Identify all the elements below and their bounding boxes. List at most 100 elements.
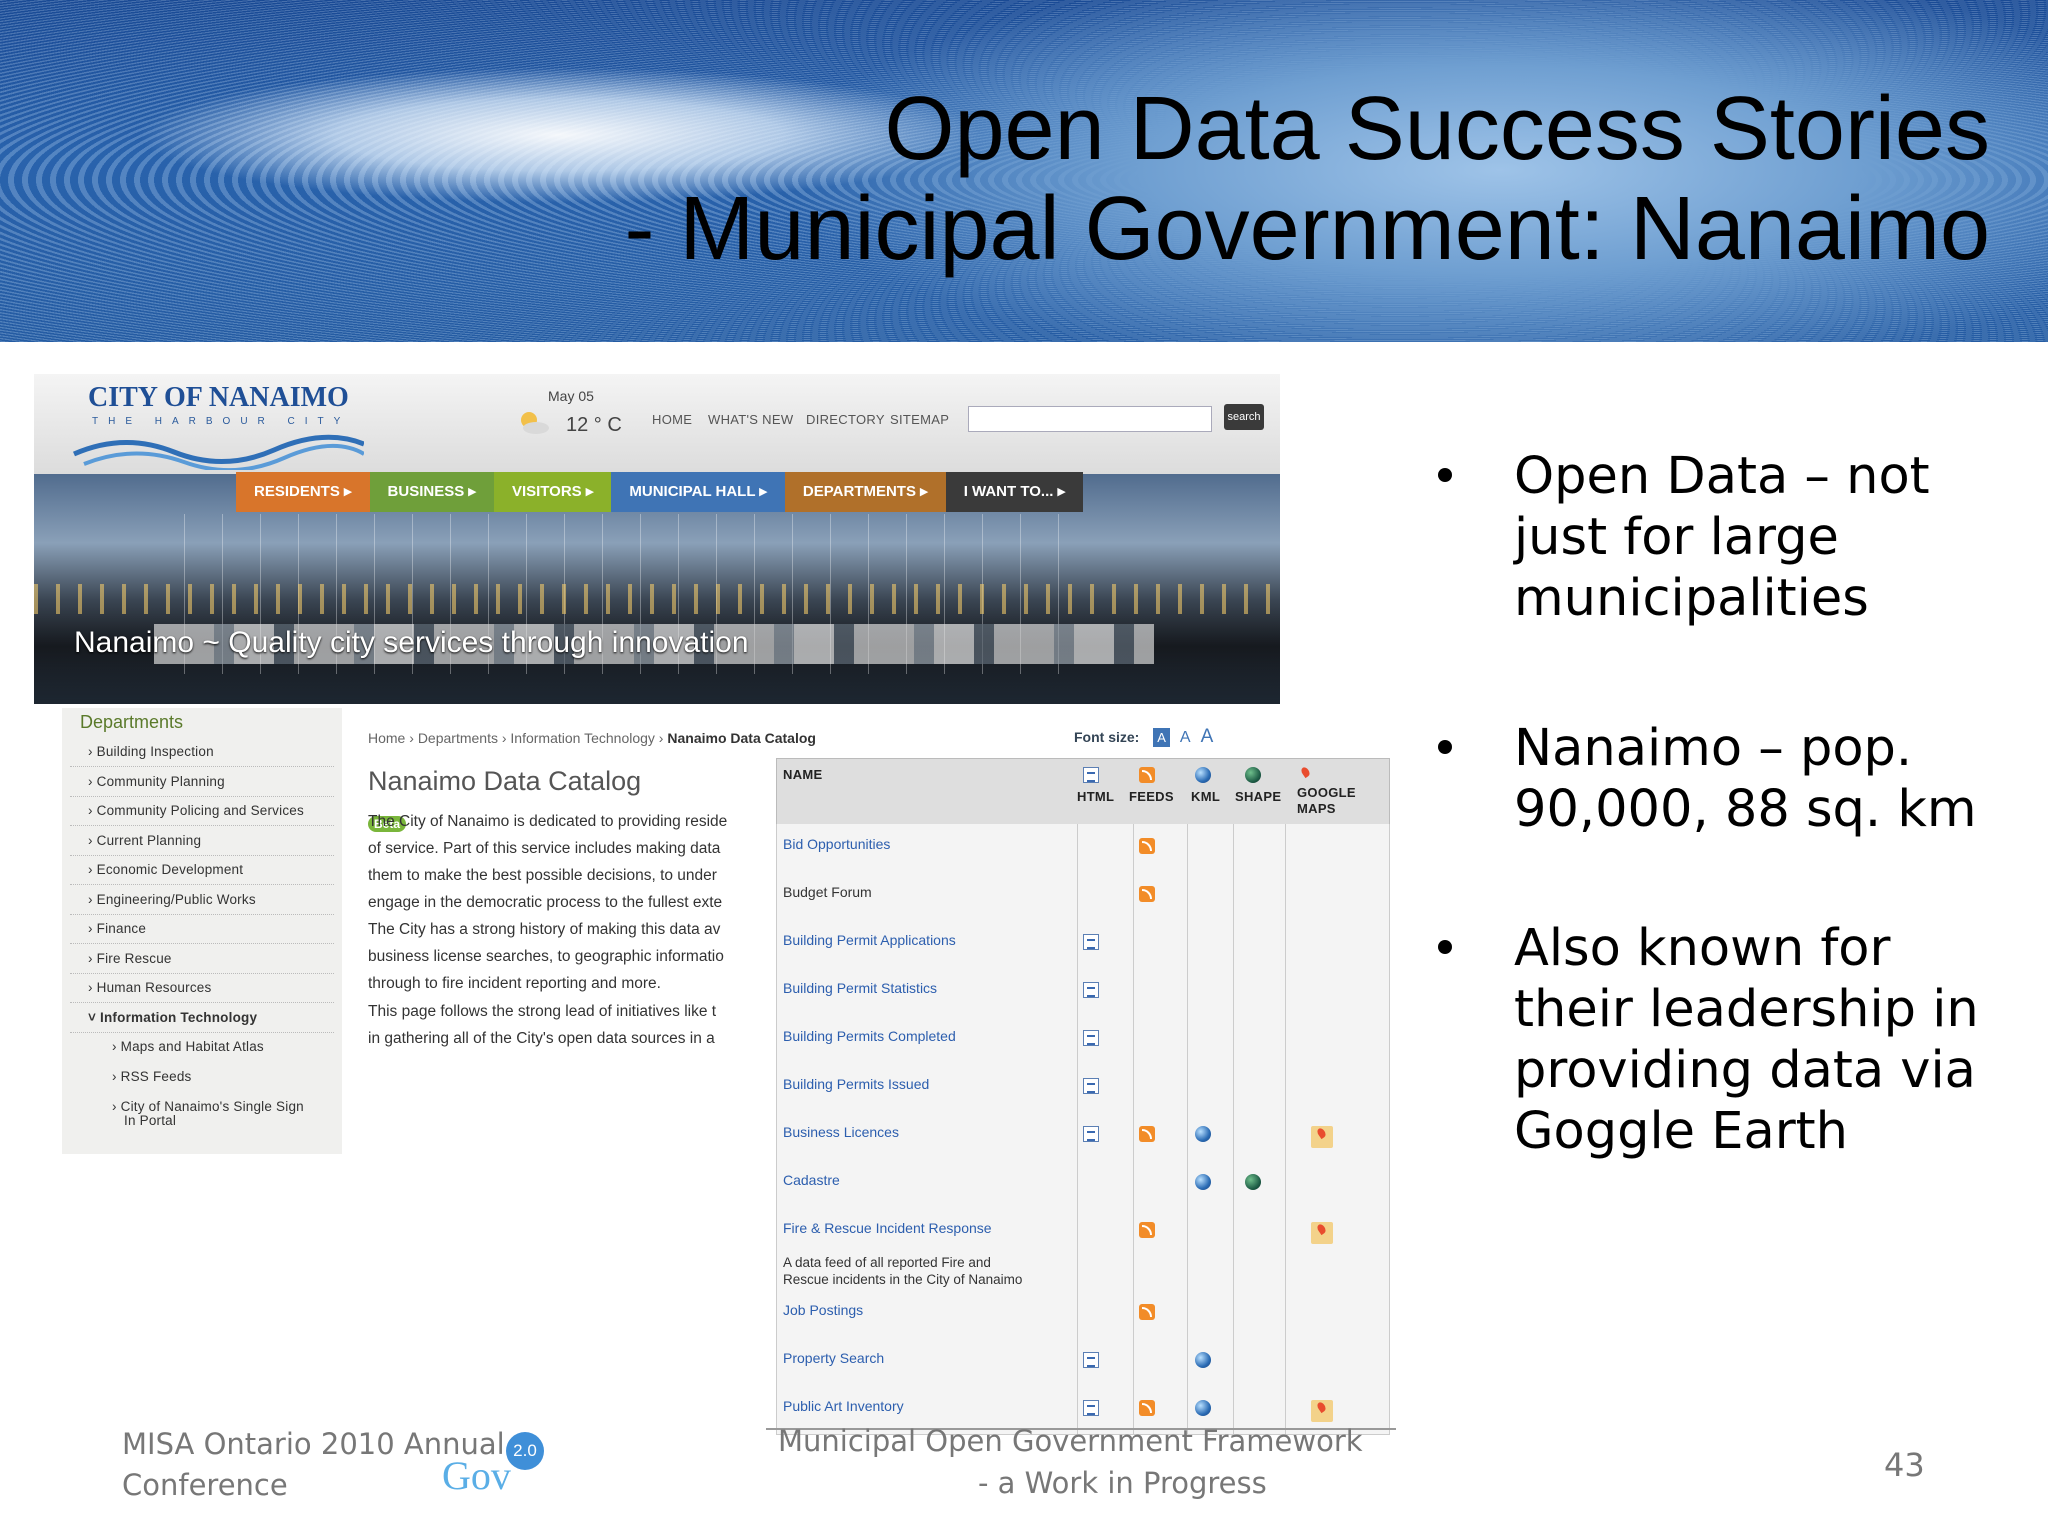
rss-icon[interactable] <box>1139 1222 1155 1238</box>
col-name[interactable]: NAME <box>783 767 822 782</box>
sidebar-item[interactable]: ˅ Information Technology <box>88 1010 257 1025</box>
row-name[interactable]: Fire & Rescue Incident Response <box>783 1220 992 1236</box>
table-row[interactable]: Business Licences <box>776 1112 1390 1161</box>
globe-icon[interactable] <box>1195 1352 1211 1368</box>
p1-line-4: engage in the democratic process to the … <box>368 894 723 911</box>
sidebar-divider <box>70 972 334 974</box>
html-icon[interactable] <box>1083 1400 1099 1416</box>
html-icon[interactable] <box>1083 1078 1099 1094</box>
sidebar-item[interactable]: › Community Planning <box>88 774 225 789</box>
column-divider <box>1233 1290 1234 1338</box>
sidebar-item[interactable]: › Community Policing and Services <box>88 803 304 818</box>
html-icon[interactable] <box>1083 1030 1099 1046</box>
sidebar-item[interactable]: › Finance <box>88 921 146 936</box>
row-name[interactable]: Bid Opportunities <box>783 836 890 852</box>
column-divider <box>1133 1338 1134 1386</box>
table-row[interactable]: Job Postings <box>776 1290 1390 1339</box>
site-search-input[interactable] <box>968 406 1212 432</box>
table-row[interactable]: Cadastre <box>776 1160 1390 1209</box>
breadcrumb-link[interactable]: Information Technology <box>510 730 655 746</box>
row-name[interactable]: Job Postings <box>783 1302 863 1318</box>
column-divider <box>1285 1112 1286 1160</box>
row-name[interactable]: Building Permits Issued <box>783 1076 929 1092</box>
sidebar-subitem[interactable]: › RSS Feeds <box>112 1069 191 1084</box>
globe-icon[interactable] <box>1195 1126 1211 1142</box>
sidebar-item[interactable]: › Human Resources <box>88 980 211 995</box>
table-row[interactable]: Bid Opportunities <box>776 824 1390 873</box>
bullet-3-line-3: providing data via <box>1514 1041 1976 1100</box>
sidebar-item[interactable]: › Fire Rescue <box>88 951 172 966</box>
sidebar-subitem[interactable]: › City of Nanaimo's Single Sign <box>112 1099 304 1114</box>
column-divider <box>1233 1338 1234 1386</box>
globe-icon[interactable] <box>1195 1174 1211 1190</box>
column-divider <box>1233 872 1234 920</box>
row-name[interactable]: Building Permits Completed <box>783 1028 956 1044</box>
main-nav-tab-5[interactable]: DEPARTMENTS ▸ <box>784 472 946 512</box>
sidebar-subitem[interactable]: › Maps and Habitat Atlas <box>112 1039 264 1054</box>
sidebar-divider <box>70 1031 334 1033</box>
html-icon[interactable] <box>1083 1126 1099 1142</box>
sidebar-item[interactable]: › Building Inspection <box>88 744 214 759</box>
bullet-2-line-2: 90,000, 88 sq. km <box>1514 780 1977 839</box>
html-icon[interactable] <box>1083 934 1099 950</box>
page-number: 43 <box>1884 1446 1925 1484</box>
sidebar-item[interactable]: › Engineering/Public Works <box>88 892 256 907</box>
sidebar-item[interactable]: › Economic Development <box>88 862 243 877</box>
map-pin-icon[interactable] <box>1311 1400 1333 1422</box>
map-pin-icon[interactable] <box>1311 1126 1333 1148</box>
main-nav-tab-4[interactable]: MUNICIPAL HALL ▸ <box>611 472 785 512</box>
row-name[interactable]: Property Search <box>783 1350 884 1366</box>
row-name[interactable]: Building Permit Statistics <box>783 980 937 996</box>
column-divider <box>1233 968 1234 1016</box>
top-link-sitemap[interactable]: SITEMAP <box>890 412 949 427</box>
rss-icon[interactable] <box>1139 1126 1155 1142</box>
slide-title-line2: - Municipal Government: Nanaimo <box>624 179 1990 279</box>
table-row[interactable]: Building Permits Completed <box>776 1016 1390 1065</box>
site-search-button[interactable]: search <box>1224 404 1264 430</box>
top-link-home[interactable]: HOME <box>652 412 692 427</box>
rss-icon[interactable] <box>1139 886 1155 902</box>
footer-framework-line2: - a Work in Progress <box>978 1466 1267 1500</box>
column-divider <box>1187 920 1188 968</box>
main-nav-tab-1[interactable]: RESIDENTS ▸ <box>236 472 370 512</box>
column-divider <box>1077 824 1078 872</box>
html-icon[interactable] <box>1083 1352 1099 1368</box>
row-name[interactable]: Business Licences <box>783 1124 899 1140</box>
row-name[interactable]: Cadastre <box>783 1172 840 1188</box>
main-nav-tab-6[interactable]: I WANT TO... ▸ <box>945 472 1084 512</box>
table-row[interactable]: Building Permit Applications <box>776 920 1390 969</box>
rss-icon[interactable] <box>1139 1400 1155 1416</box>
rss-icon[interactable] <box>1139 838 1155 854</box>
top-link-whats-new[interactable]: WHAT'S NEW <box>708 412 793 427</box>
table-row[interactable]: Fire & Rescue Incident Response A data fe… <box>776 1208 1390 1291</box>
font-size-option-2[interactable]: A <box>1180 729 1191 746</box>
sidebar-heading[interactable]: Departments <box>80 712 183 733</box>
row-name[interactable]: Public Art Inventory <box>783 1398 904 1414</box>
globe-icon[interactable] <box>1195 1400 1211 1416</box>
bullet-3-line-4: Goggle Earth <box>1514 1102 1848 1161</box>
column-divider <box>1187 1016 1188 1064</box>
sidebar-item[interactable]: › Current Planning <box>88 833 201 848</box>
rss-icon[interactable] <box>1139 1304 1155 1320</box>
column-divider <box>1285 920 1286 968</box>
column-divider <box>1077 1290 1078 1338</box>
shape-globe-icon[interactable] <box>1245 1174 1261 1190</box>
main-nav-tab-3[interactable]: VISITORS ▸ <box>493 472 612 512</box>
col-kml: KML <box>1191 789 1221 804</box>
font-size-option-1[interactable]: A <box>1153 728 1170 747</box>
table-row[interactable]: Building Permit Statistics <box>776 968 1390 1017</box>
table-row[interactable]: Property Search <box>776 1338 1390 1387</box>
html-icon[interactable] <box>1083 982 1099 998</box>
breadcrumb-link[interactable]: Departments <box>418 730 498 746</box>
font-size-option-3[interactable]: A <box>1201 726 1214 747</box>
table-row[interactable]: Budget Forum <box>776 872 1390 921</box>
map-pin-icon[interactable] <box>1311 1222 1333 1244</box>
row-name[interactable]: Building Permit Applications <box>783 932 956 948</box>
table-row[interactable]: Building Permits Issued <box>776 1064 1390 1113</box>
main-nav-tab-2[interactable]: BUSINESS ▸ <box>369 472 494 512</box>
site-logo-title[interactable]: CITY OF NANAIMO <box>88 382 349 414</box>
column-divider <box>1187 1290 1188 1338</box>
top-link-directory[interactable]: DIRECTORY <box>806 412 885 427</box>
globe-icon <box>1195 767 1211 783</box>
breadcrumb-link[interactable]: Home <box>368 730 405 746</box>
